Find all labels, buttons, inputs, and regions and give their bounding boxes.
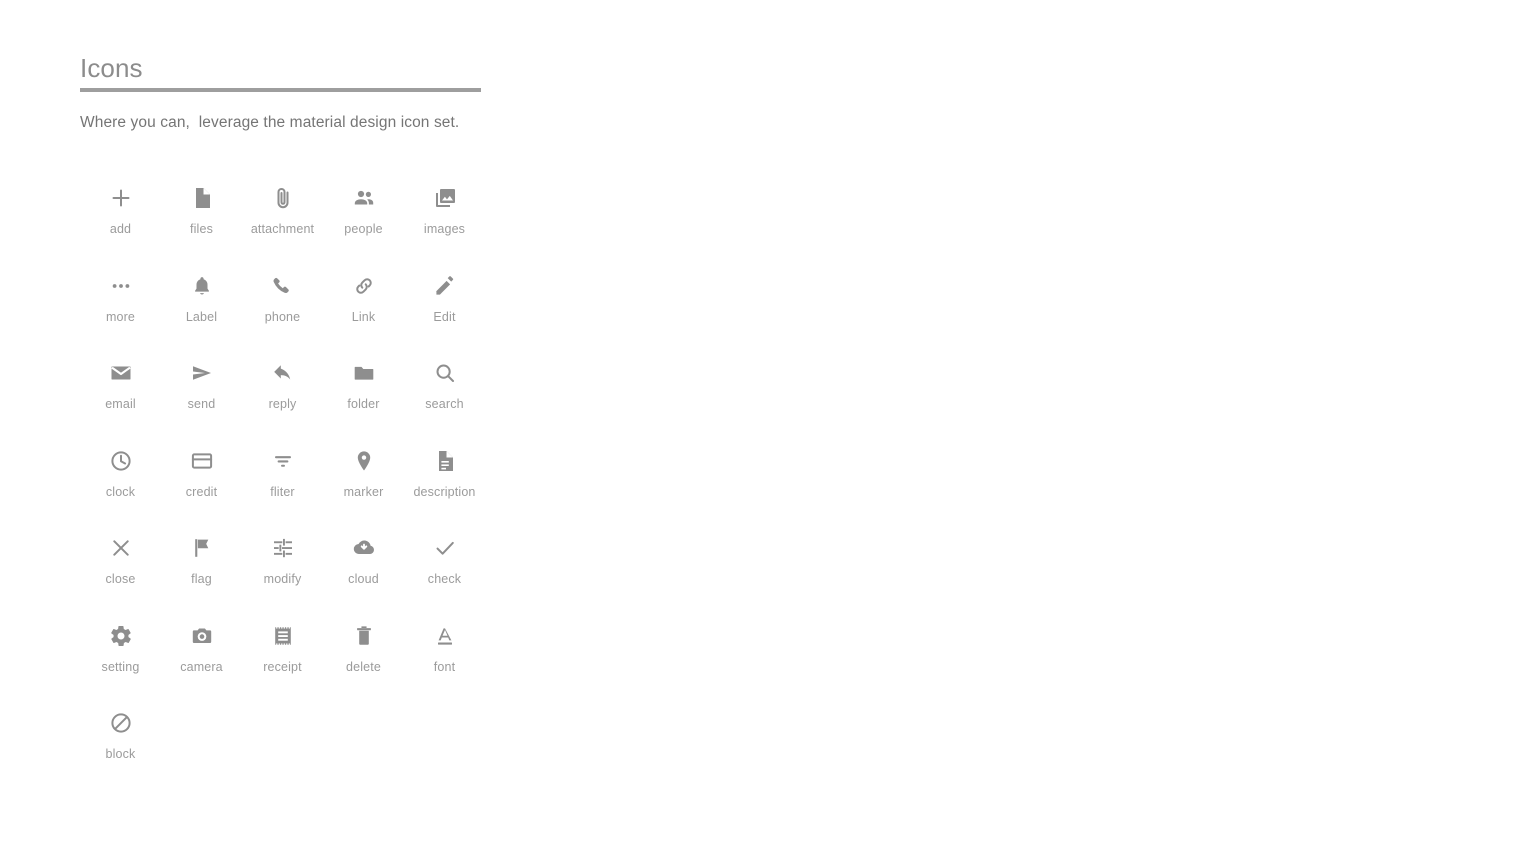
icon-item-search[interactable]: search [404,345,485,433]
icon-label: description [413,484,476,499]
photo-library-icon[interactable] [431,184,459,212]
icon-label: credit [185,484,218,499]
icon-label: flag [191,572,212,586]
icon-label: check [427,572,462,586]
font-format-icon[interactable] [431,622,459,650]
icon-item-marker[interactable]: marker [323,433,404,521]
description-icon[interactable] [431,447,459,475]
icon-label: fliter [270,484,295,499]
icon-item-receipt[interactable]: receipt [242,608,323,696]
envelope-icon[interactable] [107,359,135,387]
icon-item-camera[interactable]: camera [161,608,242,696]
icon-item-credit[interactable]: credit [161,433,242,521]
icon-label: attachment [250,222,315,236]
send-icon[interactable] [188,359,216,387]
pencil-icon[interactable] [431,272,459,300]
icon-item-close[interactable]: close [80,520,161,608]
phone-icon[interactable] [269,272,297,300]
icon-item-email[interactable]: email [80,345,161,433]
cloud-download-icon[interactable] [350,534,378,562]
icon-item-font[interactable]: font [404,608,485,696]
icon-label: images [423,222,466,236]
icon-label: modify [263,572,302,586]
icon-label: close [105,572,136,586]
icon-label: Link [351,309,376,324]
icon-label: delete [346,659,381,674]
icon-label: add [109,222,132,236]
icon-label: Label [185,309,218,324]
icon-item-cloud[interactable]: cloud [323,520,404,608]
icon-label: reply [268,397,297,411]
icon-item-reply[interactable]: reply [242,345,323,433]
flag-icon[interactable] [188,534,216,562]
filter-list-icon[interactable] [269,447,297,475]
icon-item-files[interactable]: files [161,170,242,258]
icon-item-label[interactable]: Label [161,258,242,346]
icon-label: setting [101,659,140,674]
icon-item-phone[interactable]: phone [242,258,323,346]
icons-page: Icons Where you can, leverage the materi… [0,0,1518,863]
page-title: Icons [80,53,143,83]
icon-item-delete[interactable]: delete [323,608,404,696]
reply-arrow-icon[interactable] [269,359,297,387]
icon-label: cloud [348,572,379,586]
icon-item-add[interactable]: add [80,170,161,258]
icon-item-modify[interactable]: modify [242,520,323,608]
icon-label: font [433,659,456,674]
icon-label: files [190,222,213,236]
plus-icon[interactable] [107,184,135,212]
block-icon[interactable] [107,709,135,737]
icon-item-more[interactable]: more [80,258,161,346]
icon-label: phone [264,309,301,324]
icon-grid: add files attachment people images more Label p… [80,170,500,783]
icon-item-check[interactable]: check [404,520,485,608]
page-subtitle: Where you can, leverage the material des… [80,114,460,131]
icon-label: marker [343,484,384,499]
icon-item-block[interactable]: block [80,695,161,783]
folder-icon[interactable] [350,359,378,387]
icon-label: Edit [433,309,456,324]
icon-item-folder[interactable]: folder [323,345,404,433]
document-icon[interactable] [188,184,216,212]
icon-item-setting[interactable]: setting [80,608,161,696]
icon-label: camera [180,659,223,674]
icon-item-images[interactable]: images [404,170,485,258]
map-pin-icon[interactable] [350,447,378,475]
receipt-icon[interactable] [269,622,297,650]
page-header: Icons Where you can, leverage the materi… [80,52,500,133]
icon-label: search [425,397,464,411]
trash-icon[interactable] [350,622,378,650]
icon-item-flag[interactable]: flag [161,520,242,608]
icon-item-clock[interactable]: clock [80,433,161,521]
icon-item-people[interactable]: people [323,170,404,258]
icon-item-send[interactable]: send [161,345,242,433]
icon-label: clock [105,484,136,499]
icon-label: people [344,222,383,236]
icon-item-attachment[interactable]: attachment [242,170,323,258]
magnifier-icon[interactable] [431,359,459,387]
icon-label: email [105,397,136,411]
icon-item-link[interactable]: Link [323,258,404,346]
more-horizontal-icon[interactable] [107,272,135,300]
icon-label: folder [347,397,380,411]
gear-icon[interactable] [107,622,135,650]
checkmark-icon[interactable] [431,534,459,562]
icon-label: receipt [263,659,302,674]
icon-item-edit[interactable]: Edit [404,258,485,346]
clock-icon[interactable] [107,447,135,475]
bell-icon[interactable] [188,272,216,300]
icon-label: more [105,309,136,324]
close-x-icon[interactable] [107,534,135,562]
paperclip-icon[interactable] [269,184,297,212]
icon-item-fliter[interactable]: fliter [242,433,323,521]
link-icon[interactable] [350,272,378,300]
tune-sliders-icon[interactable] [269,534,297,562]
people-icon[interactable] [350,184,378,212]
icon-item-description[interactable]: description [404,433,485,521]
credit-card-icon[interactable] [188,447,216,475]
camera-icon[interactable] [188,622,216,650]
icon-label: send [187,397,216,411]
icon-label: block [105,747,136,761]
